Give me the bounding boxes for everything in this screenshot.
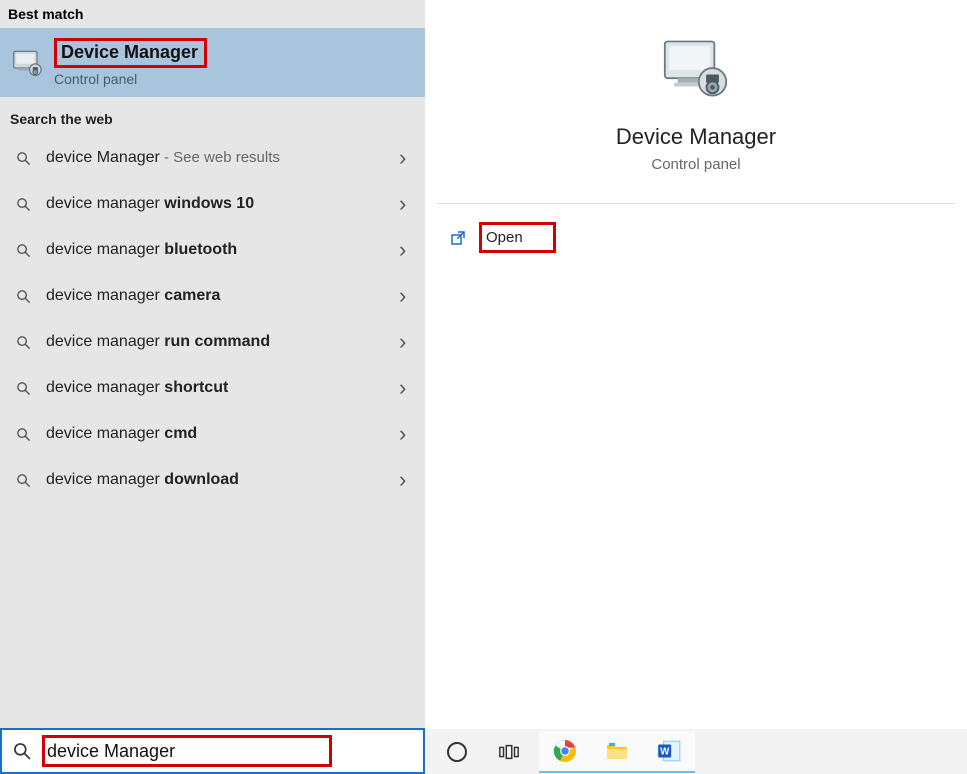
search-results-panel: Best match Device Manager Control panel [0, 0, 425, 774]
action-open-label: Open [479, 222, 556, 253]
best-match-text: Device Manager Control panel [54, 38, 207, 87]
chevron-right-icon: › [399, 375, 411, 401]
search-icon [14, 471, 32, 489]
chevron-right-icon: › [399, 467, 411, 493]
web-result-row[interactable]: device manager bluetooth › [0, 227, 425, 273]
search-icon [14, 241, 32, 259]
web-result-text: device Manager - See web results [46, 149, 385, 167]
web-result-text: device manager download [46, 471, 385, 489]
web-result-text: device manager windows 10 [46, 195, 385, 213]
device-manager-icon [10, 48, 44, 78]
word-icon[interactable]: W [643, 731, 695, 773]
web-result-row[interactable]: device manager camera › [0, 273, 425, 319]
chevron-right-icon: › [399, 237, 411, 263]
web-result-row[interactable]: device Manager - See web results › [0, 135, 425, 181]
chrome-icon[interactable] [539, 731, 591, 773]
search-icon [14, 379, 32, 397]
best-match-title: Device Manager [54, 38, 207, 68]
chevron-right-icon: › [399, 191, 411, 217]
web-result-text: device manager shortcut [46, 379, 385, 397]
taskbar: W [425, 728, 967, 774]
web-result-row[interactable]: device manager windows 10 › [0, 181, 425, 227]
chevron-right-icon: › [399, 283, 411, 309]
search-bar[interactable] [0, 728, 425, 774]
search-icon [14, 425, 32, 443]
web-result-text: device manager bluetooth [46, 241, 385, 259]
web-result-row[interactable]: device manager run command › [0, 319, 425, 365]
details-subtitle: Control panel [651, 156, 740, 173]
chevron-right-icon: › [399, 329, 411, 355]
web-results-list: device Manager - See web results›device … [0, 135, 425, 503]
search-icon [14, 149, 32, 167]
web-result-row[interactable]: device manager cmd › [0, 411, 425, 457]
cortana-icon[interactable] [431, 731, 483, 773]
search-icon [12, 741, 32, 761]
search-input-highlight [42, 735, 332, 767]
web-result-row[interactable]: device manager shortcut › [0, 365, 425, 411]
taskview-icon[interactable] [483, 731, 535, 773]
best-match-header: Best match [0, 0, 425, 28]
svg-text:W: W [660, 746, 670, 757]
web-result-text: device manager run command [46, 333, 385, 351]
search-web-header: Search the web [0, 97, 425, 135]
best-match-subtitle: Control panel [54, 71, 207, 87]
best-match-item[interactable]: Device Manager Control panel [0, 28, 425, 97]
web-result-text: device manager camera [46, 287, 385, 305]
search-icon [14, 195, 32, 213]
chevron-right-icon: › [399, 421, 411, 447]
search-icon [14, 333, 32, 351]
details-title: Device Manager [616, 124, 776, 150]
web-result-text: device manager cmd [46, 425, 385, 443]
search-icon [14, 287, 32, 305]
device-manager-large-icon [659, 36, 733, 102]
actions-list: Open [425, 204, 967, 271]
web-result-row[interactable]: device manager download › [0, 457, 425, 503]
search-input[interactable] [47, 741, 279, 762]
explorer-icon[interactable] [591, 731, 643, 773]
open-external-icon [449, 229, 467, 247]
chevron-right-icon: › [399, 145, 411, 171]
action-open[interactable]: Open [449, 218, 943, 257]
details-panel: Device Manager Control panel Open [425, 0, 967, 774]
